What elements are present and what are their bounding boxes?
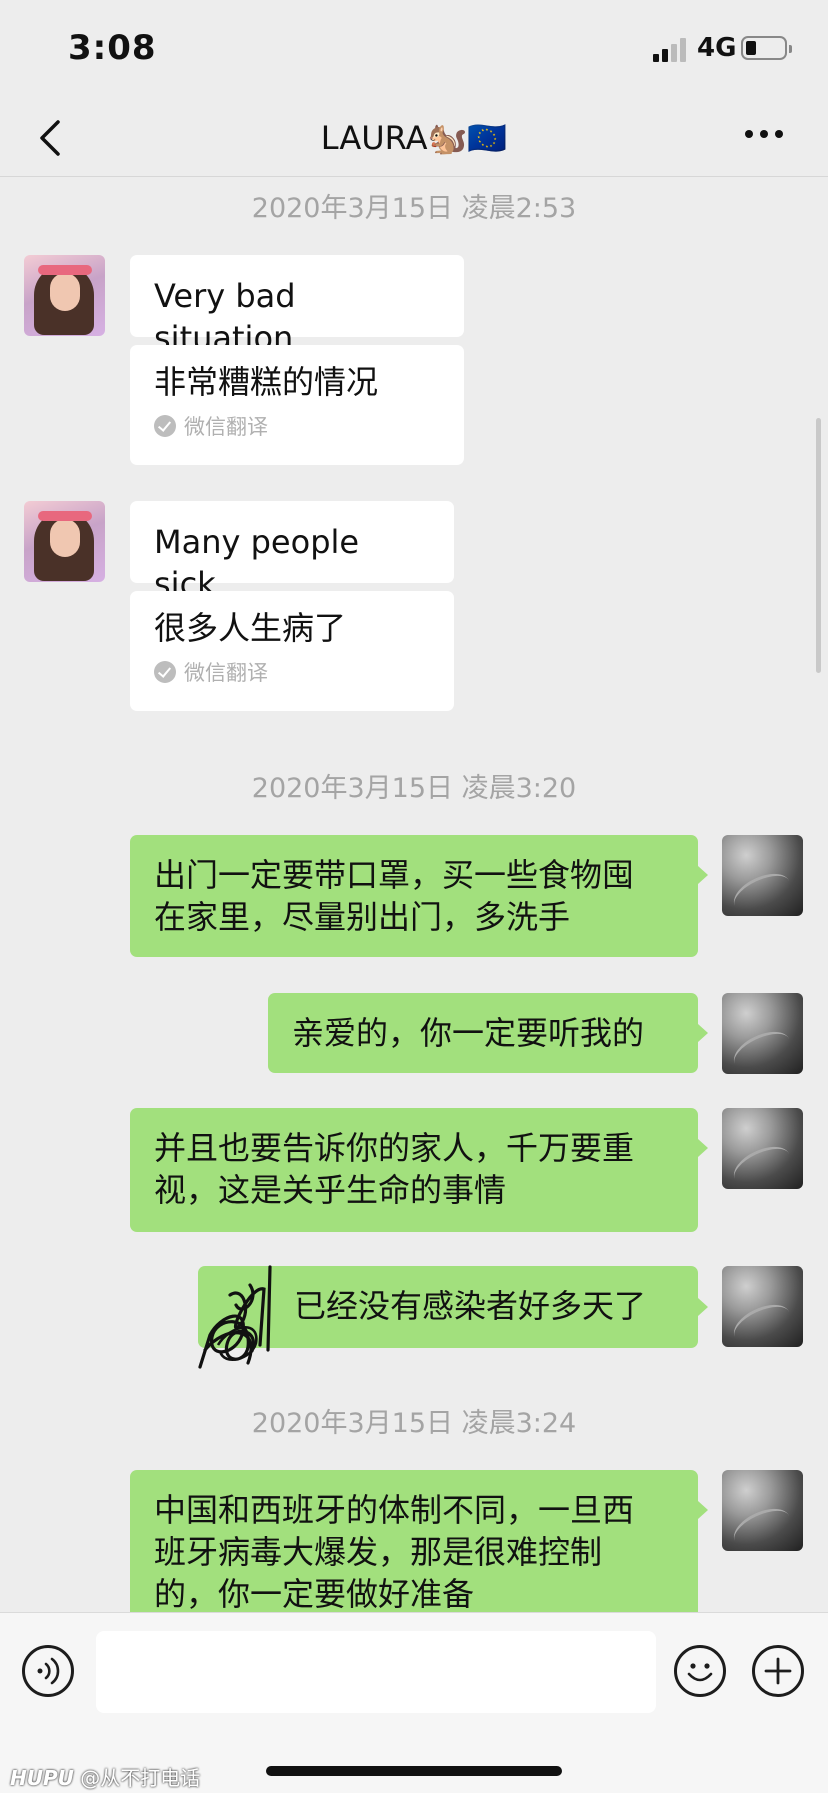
message-text-line: 班牙病毒大爆发，那是很难控制 [154, 1533, 603, 1571]
message-input[interactable] [96, 1631, 656, 1713]
chat-header: LAURA🐿️🇪🇺 [0, 100, 828, 177]
bubble-tail [698, 1139, 708, 1157]
watermark: HUPU @从不打电话 [10, 1762, 200, 1791]
message-text-line: 的，你一定要做好准备 [154, 1575, 475, 1613]
check-circle-icon [154, 415, 176, 437]
message-text-line: 在家里，尽量别出门，多洗手 [154, 898, 571, 936]
bubble-tail [698, 1501, 708, 1519]
message-text-line: 亲爱的，你一定要听我的 [292, 1014, 645, 1052]
plus-icon[interactable] [752, 1645, 804, 1697]
incoming-message-bubble[interactable]: Many people sick [130, 501, 454, 603]
scribble-redaction [198, 1265, 272, 1369]
my-avatar[interactable] [722, 1266, 803, 1347]
message-text-line: 已经没有感染者好多天了 [294, 1287, 647, 1325]
scrollbar[interactable] [816, 418, 821, 673]
contact-avatar[interactable] [24, 501, 105, 582]
my-avatar[interactable] [722, 835, 803, 916]
bubble-tail [698, 1298, 708, 1316]
message-timestamp: 2020年3月15日 凌晨3:24 [251, 1408, 577, 1439]
watermark-brand: HUPU [10, 1766, 74, 1790]
signal-icon [653, 38, 689, 62]
my-avatar[interactable] [722, 1470, 803, 1551]
translation-source: 微信翻译 [154, 411, 440, 441]
outgoing-message-bubble[interactable]: 亲爱的，你一定要听我的 [268, 993, 698, 1073]
status-bar: 3:08 4G [0, 0, 828, 100]
translation-source: 微信翻译 [154, 657, 430, 687]
check-circle-icon [154, 661, 176, 683]
chat-title: LAURA🐿️🇪🇺 [320, 119, 508, 157]
contact-avatar[interactable] [24, 255, 105, 336]
translation-source-label: 微信翻译 [184, 415, 268, 439]
message-timestamp: 2020年3月15日 凌晨2:53 [251, 193, 577, 224]
message-text-line: 出门一定要带口罩，买一些食物囤 [154, 856, 635, 894]
translation-bubble[interactable]: 非常糟糕的情况 微信翻译 [130, 345, 464, 465]
outgoing-message-bubble[interactable]: 中国和西班牙的体制不同，一旦西 班牙病毒大爆发，那是很难控制 的，你一定要做好准… [130, 1470, 698, 1634]
more-dots-icon[interactable] [745, 130, 785, 142]
emoji-icon[interactable] [674, 1645, 726, 1697]
bubble-tail [698, 1024, 708, 1042]
message-text-line: 并且也要告诉你的家人，千万要重 [154, 1129, 635, 1167]
battery-icon [741, 36, 792, 60]
message-timestamp: 2020年3月15日 凌晨3:20 [251, 773, 577, 804]
my-avatar[interactable] [722, 993, 803, 1074]
message-text-line: 视，这是关乎生命的事情 [154, 1171, 507, 1209]
home-indicator[interactable] [266, 1766, 562, 1776]
translation-text: 非常糟糕的情况 [154, 363, 379, 401]
translation-text: 很多人生病了 [154, 609, 347, 647]
outgoing-message-bubble[interactable]: 并且也要告诉你的家人，千万要重 视，这是关乎生命的事情 [130, 1108, 698, 1232]
my-avatar[interactable] [722, 1108, 803, 1189]
voice-icon[interactable] [22, 1645, 74, 1697]
bubble-tail [698, 866, 708, 884]
incoming-message-bubble[interactable]: Very bad situation [130, 255, 464, 357]
translation-source-label: 微信翻译 [184, 661, 268, 685]
network-type: 4G [697, 33, 737, 63]
translation-bubble[interactable]: 很多人生病了 微信翻译 [130, 591, 454, 711]
watermark-handle: @从不打电话 [80, 1766, 201, 1790]
message-text-line: 中国和西班牙的体制不同，一旦西 [154, 1491, 635, 1529]
outgoing-message-bubble[interactable]: 出门一定要带口罩，买一些食物囤 在家里，尽量别出门，多洗手 [130, 835, 698, 957]
status-time: 3:08 [68, 28, 157, 68]
